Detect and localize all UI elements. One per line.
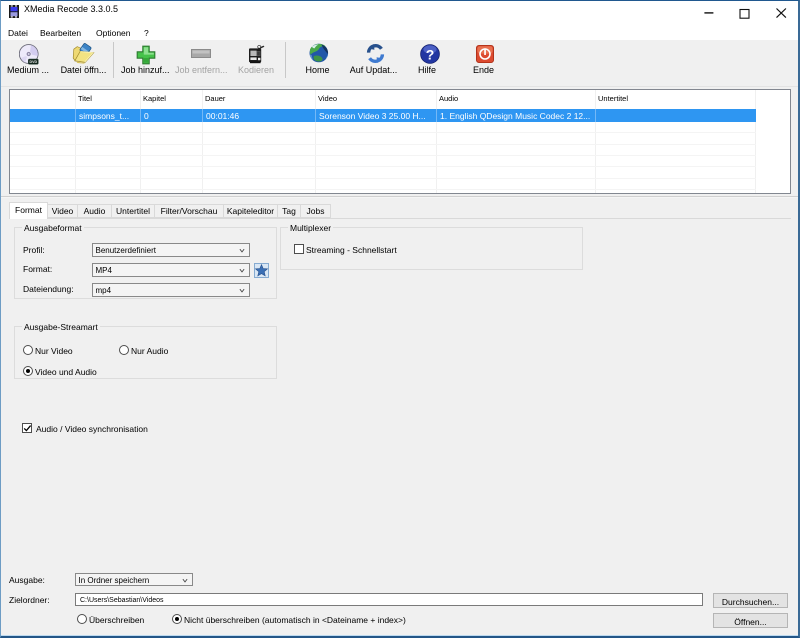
svg-text:DVD: DVD: [30, 60, 38, 64]
svg-text:?: ?: [426, 46, 435, 62]
